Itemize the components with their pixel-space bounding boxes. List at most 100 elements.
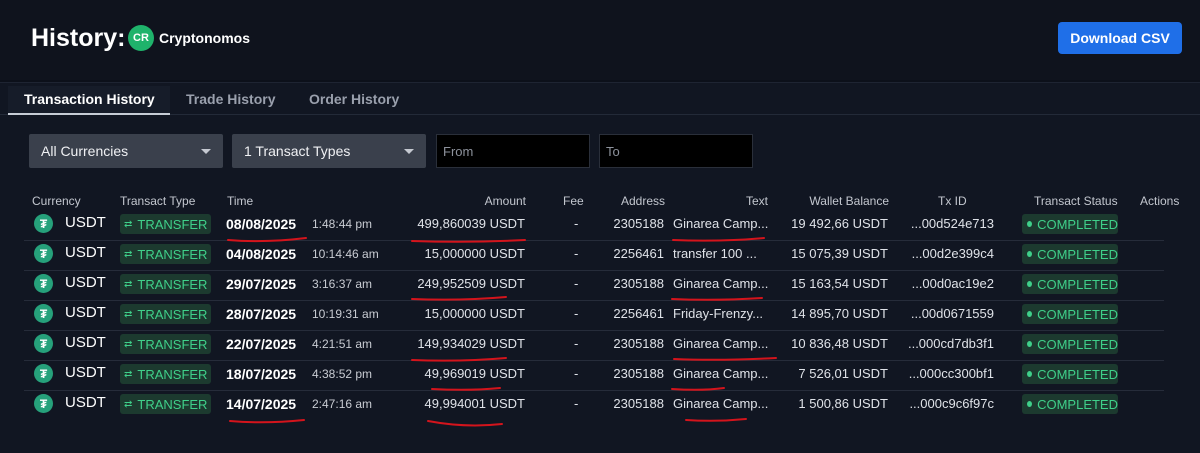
tether-icon: ₮ (34, 274, 53, 293)
wallet-balance-cell: 1 500,86 USDT (798, 396, 888, 411)
status-label: COMPLETED (1037, 246, 1118, 262)
status-label: COMPLETED (1037, 216, 1118, 232)
time-cell: 2:47:16 am (312, 397, 373, 411)
date-cell: 04/08/2025 (226, 246, 297, 262)
text-cell: Ginarea Camp... (673, 366, 769, 381)
text-cell: Ginarea Camp... (673, 396, 769, 411)
type-filter-select[interactable]: 1 Transact Types (232, 134, 426, 168)
address-cell: 2256461 (613, 306, 664, 321)
type-filter-value: 1 Transact Types (244, 143, 351, 159)
fee-cell: - (574, 216, 579, 231)
transfer-arrows-icon: ⇄ (124, 308, 133, 320)
date-cell: 14/07/2025 (226, 396, 297, 412)
status-badge: COMPLETED (1022, 304, 1118, 324)
status-badge: COMPLETED (1022, 394, 1118, 414)
chevron-down-icon (201, 149, 211, 154)
tab-transaction-history[interactable]: Transaction History (8, 86, 170, 115)
currency-filter-select[interactable]: All Currencies (29, 134, 223, 168)
tx-id-cell[interactable]: ...00d0ac19e2 (912, 276, 994, 291)
fee-cell: - (574, 366, 579, 381)
fee-cell: - (574, 336, 579, 351)
status-badge: COMPLETED (1022, 214, 1118, 234)
time-cell: 10:19:31 am (312, 307, 379, 321)
amount-cell: 15,000000 USDT (424, 306, 525, 321)
amount-cell: 499,860039 USDT (417, 216, 525, 231)
account-name: Cryptonomos (159, 30, 250, 46)
column-header-tx-id: Tx ID (938, 194, 967, 208)
tx-id-cell[interactable]: ...00d524e713 (911, 216, 994, 231)
table-row[interactable]: ₮ USDT ⇄ TRANSFER 08/08/2025 1:48:44 pm 499,86… (24, 211, 1194, 241)
transact-type-label: TRANSFER (137, 246, 208, 262)
address-cell: 2305188 (613, 216, 664, 231)
tab-divider (0, 114, 1200, 115)
status-badge: COMPLETED (1022, 364, 1118, 384)
fee-cell: - (574, 396, 579, 411)
time-cell: 1:48:44 pm (312, 217, 373, 231)
tx-id-cell[interactable]: ...000cd7db3f1 (908, 336, 994, 351)
time-cell: 4:38:52 pm (312, 367, 373, 381)
text-cell: Friday-Frenzy... (673, 306, 764, 321)
column-header-status: Transact Status (1034, 194, 1118, 208)
address-cell: 2305188 (613, 336, 664, 351)
column-header-wallet-balance: Wallet Balance (809, 194, 889, 208)
tab-trade-history[interactable]: Trade History (186, 86, 275, 115)
text-cell: Ginarea Camp... (673, 276, 769, 291)
column-header-actions: Actions (1140, 194, 1180, 208)
currency-cell: USDT (65, 304, 106, 321)
transact-type-badge: ⇄ TRANSFER (120, 364, 211, 384)
date-cell: 08/08/2025 (226, 216, 297, 232)
to-date-input[interactable] (599, 134, 753, 168)
status-label: COMPLETED (1037, 366, 1118, 382)
status-badge: COMPLETED (1022, 274, 1118, 294)
address-cell: 2305188 (613, 276, 664, 291)
amount-cell: 249,952509 USDT (417, 276, 525, 291)
transact-type-badge: ⇄ TRANSFER (120, 394, 211, 414)
time-cell: 4:21:51 am (312, 337, 373, 351)
date-cell: 29/07/2025 (226, 276, 297, 292)
status-dot-icon (1027, 221, 1033, 227)
table-row[interactable]: ₮ USDT ⇄ TRANSFER 29/07/2025 3:16:37 am 249,95… (24, 271, 1194, 301)
from-date-input[interactable] (436, 134, 590, 168)
amount-cell: 15,000000 USDT (424, 246, 525, 261)
table-row[interactable]: ₮ USDT ⇄ TRANSFER 04/08/2025 10:14:46 am 15,00… (24, 241, 1194, 271)
tether-icon: ₮ (34, 244, 53, 263)
amount-cell: 49,969019 USDT (424, 366, 525, 381)
status-badge: COMPLETED (1022, 334, 1118, 354)
time-cell: 10:14:46 am (312, 247, 379, 261)
transact-type-label: TRANSFER (137, 216, 208, 232)
download-csv-button[interactable]: Download CSV (1058, 22, 1182, 54)
address-cell: 2256461 (613, 246, 664, 261)
tx-id-cell[interactable]: ...00d2e399c4 (912, 246, 994, 261)
transact-type-badge: ⇄ TRANSFER (120, 334, 211, 354)
table-row[interactable]: ₮ USDT ⇄ TRANSFER 18/07/2025 4:38:52 pm 49,969… (24, 361, 1194, 391)
currency-cell: USDT (65, 334, 106, 351)
status-dot-icon (1027, 311, 1033, 317)
time-cell: 3:16:37 am (312, 277, 373, 291)
date-cell: 18/07/2025 (226, 366, 297, 382)
table-row[interactable]: ₮ USDT ⇄ TRANSFER 14/07/2025 2:47:16 am 49,994… (24, 391, 1194, 421)
status-dot-icon (1027, 251, 1033, 257)
column-header-type: Transact Type (120, 194, 196, 208)
column-header-text: Text (746, 194, 769, 208)
account-avatar: CR (128, 25, 154, 51)
transfer-arrows-icon: ⇄ (124, 368, 133, 380)
tx-id-cell[interactable]: ...000cc300bf1 (909, 366, 994, 381)
currency-cell: USDT (65, 214, 106, 231)
fee-cell: - (574, 276, 579, 291)
table-row[interactable]: ₮ USDT ⇄ TRANSFER 22/07/2025 4:21:51 am 149,93… (24, 331, 1194, 361)
tab-order-history[interactable]: Order History (309, 86, 399, 115)
tx-id-cell[interactable]: ...00d0671559 (911, 306, 994, 321)
fee-cell: - (574, 306, 579, 321)
tx-id-cell[interactable]: ...000c9c6f97c (909, 396, 994, 411)
transfer-arrows-icon: ⇄ (124, 338, 133, 350)
transfer-arrows-icon: ⇄ (124, 218, 133, 230)
chevron-down-icon (404, 149, 414, 154)
transfer-arrows-icon: ⇄ (124, 278, 133, 290)
transfer-arrows-icon: ⇄ (124, 248, 133, 260)
transact-type-label: TRANSFER (137, 306, 208, 322)
status-label: COMPLETED (1037, 396, 1118, 412)
table-row[interactable]: ₮ USDT ⇄ TRANSFER 28/07/2025 10:19:31 am 15,00… (24, 301, 1194, 331)
status-dot-icon (1027, 341, 1033, 347)
column-header-currency: Currency (32, 194, 81, 208)
column-header-time: Time (227, 194, 254, 208)
